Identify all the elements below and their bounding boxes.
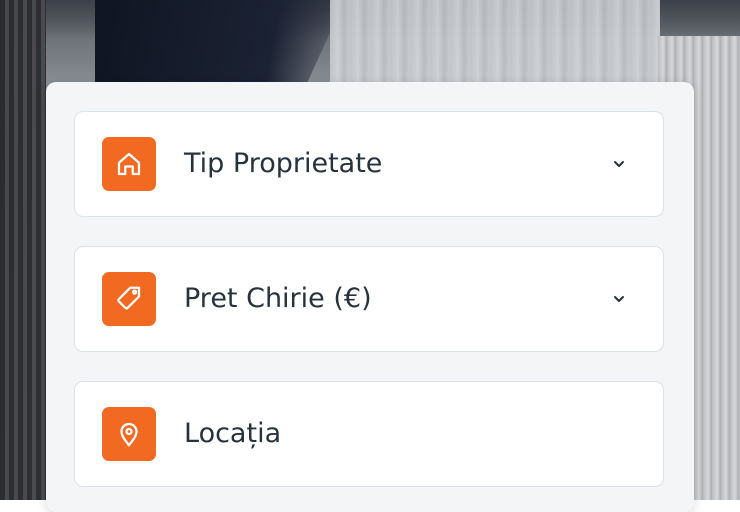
chevron-down-icon (611, 156, 627, 172)
rent-price-label: Pret Chirie (€) (184, 283, 372, 314)
rent-price-dropdown[interactable]: Pret Chirie (€) (74, 246, 664, 352)
location-label: Locația (184, 418, 282, 449)
background-dark-panel (95, 0, 345, 82)
chevron-down-icon (611, 291, 627, 307)
location-pin-icon (102, 407, 156, 461)
home-icon (102, 137, 156, 191)
property-type-dropdown[interactable]: Tip Proprietate (74, 111, 664, 217)
background-wall-slats (0, 0, 46, 500)
background-curtain (330, 0, 660, 82)
location-field[interactable]: Locația (74, 381, 664, 487)
price-tag-icon (102, 272, 156, 326)
property-type-label: Tip Proprietate (184, 148, 383, 179)
search-filter-card: Tip Proprietate Pret Chirie (€) Locația (46, 82, 694, 512)
